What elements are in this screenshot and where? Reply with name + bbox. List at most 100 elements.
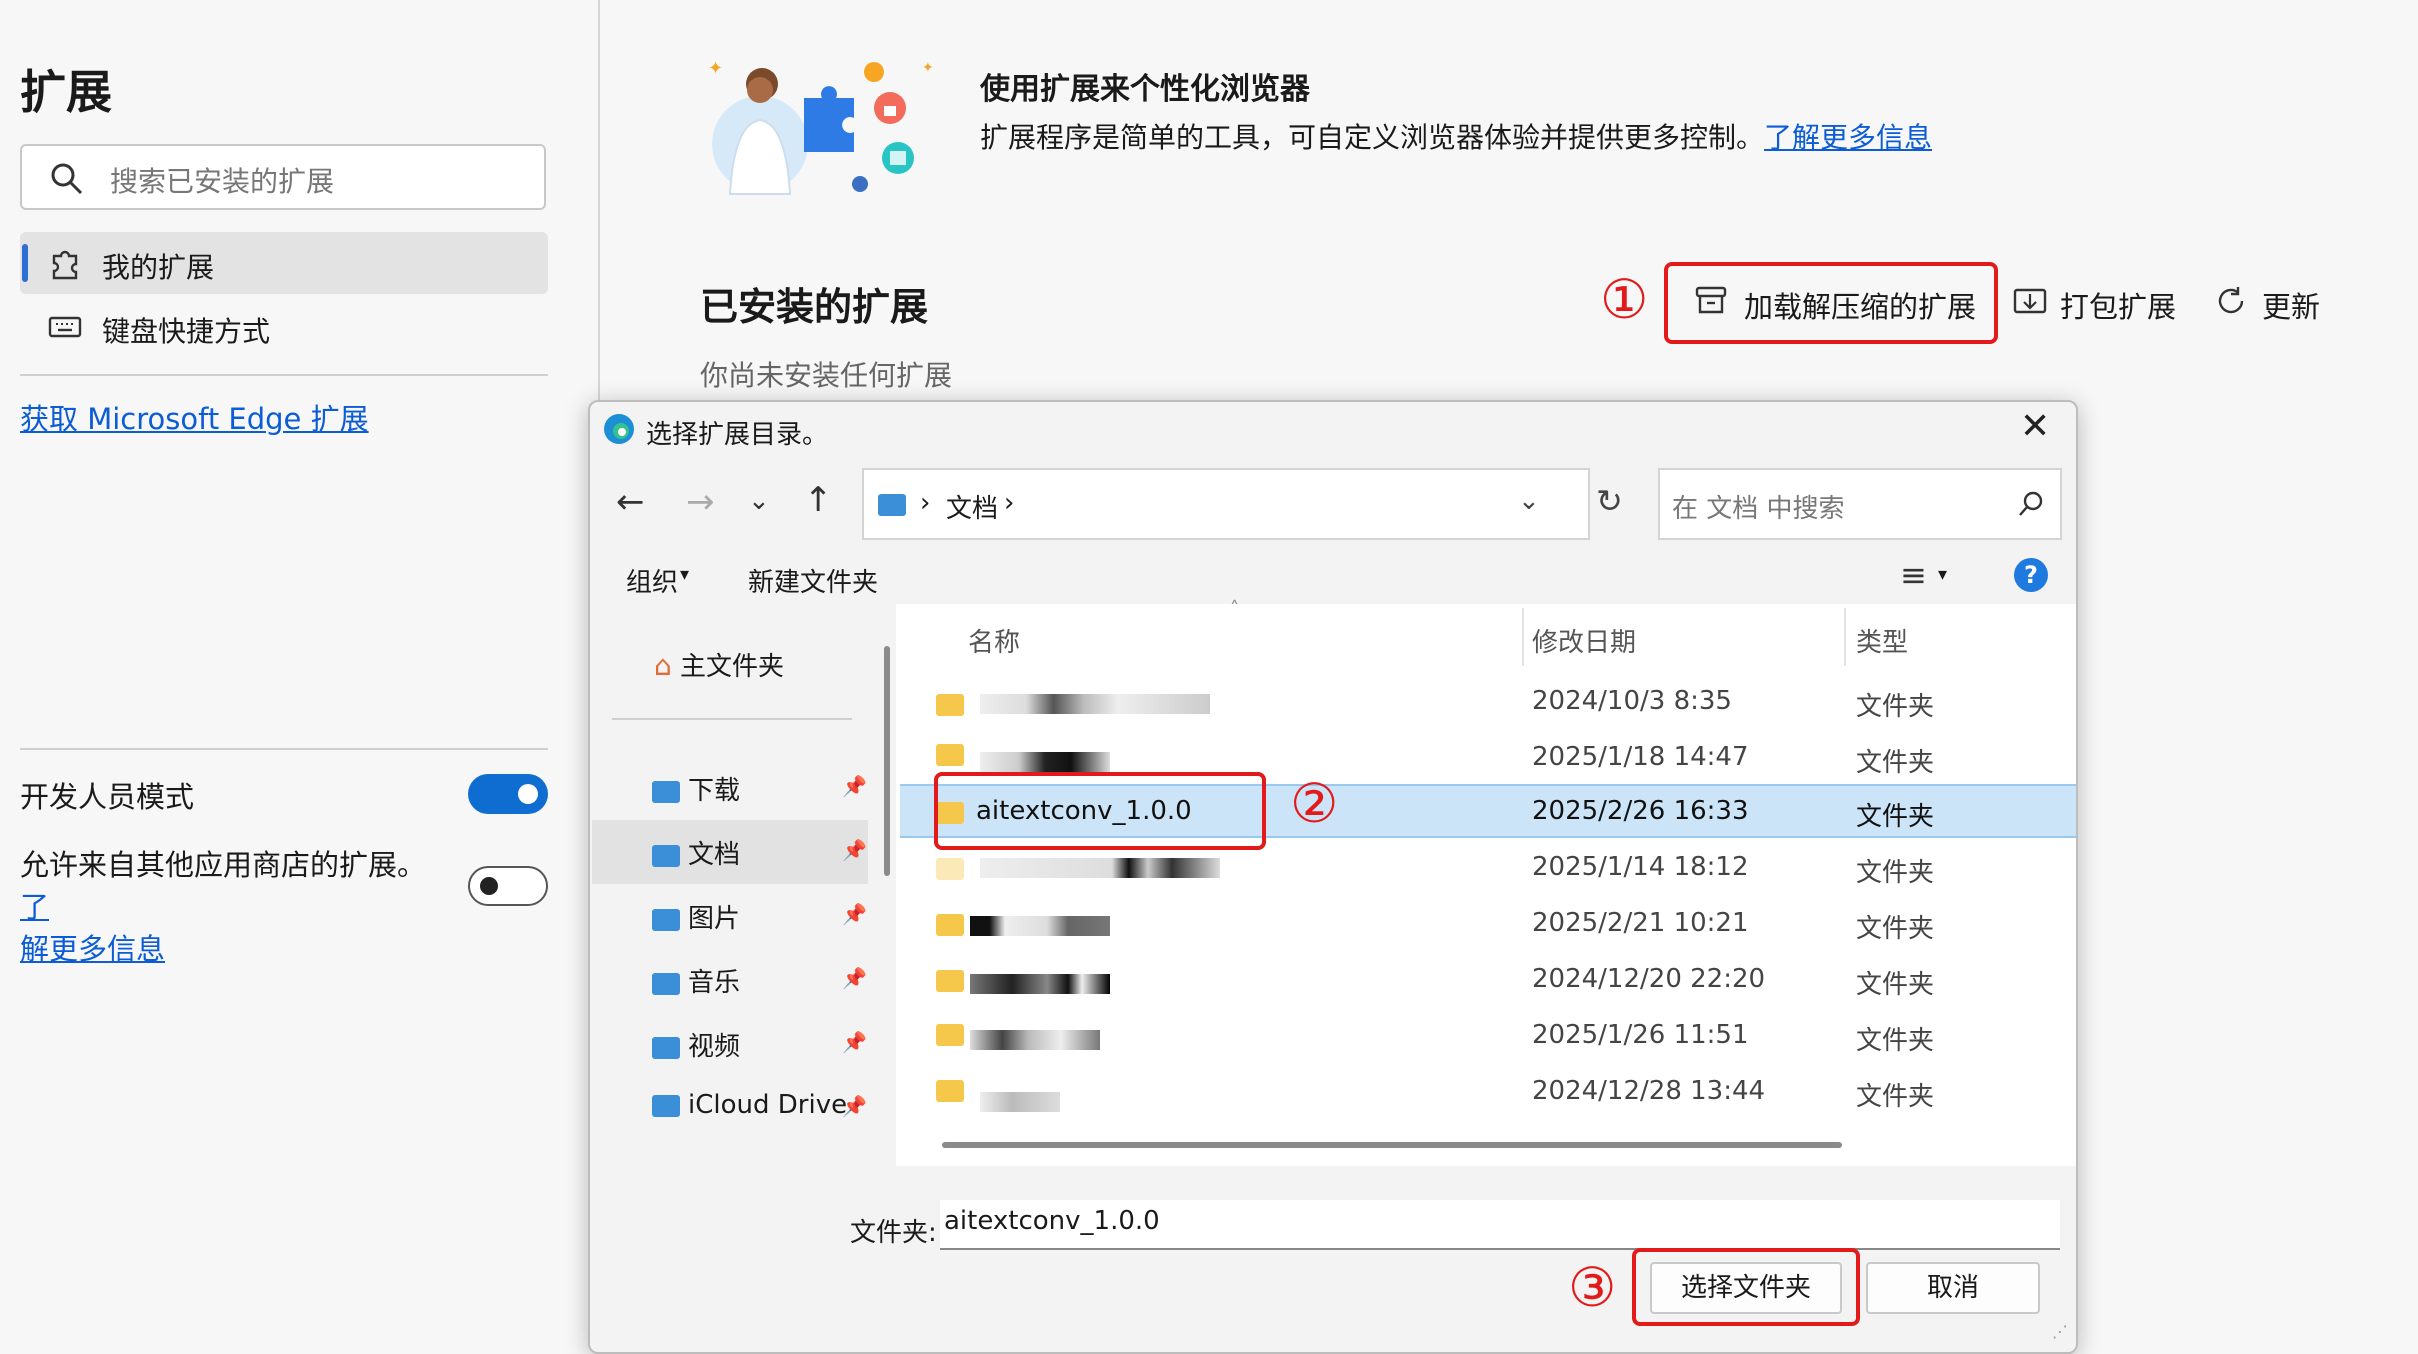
- extension-search-input[interactable]: 搜索已安装的扩展: [20, 144, 546, 210]
- cancel-button[interactable]: 取消: [1866, 1262, 2040, 1314]
- table-row[interactable]: 2025/1/26 11:51 文件夹: [900, 1010, 2076, 1066]
- folder-icon: [936, 914, 964, 936]
- folder-icon: [936, 1024, 964, 1046]
- address-bar[interactable]: › 文档 › ⌄: [862, 468, 1590, 540]
- pin-icon: 📌: [842, 966, 867, 990]
- nav-music[interactable]: 音乐: [652, 962, 740, 999]
- folder-icon: [936, 694, 964, 716]
- edge-logo-icon: [604, 414, 634, 444]
- pin-icon: 📌: [842, 774, 867, 798]
- blurred-name: [980, 1092, 1060, 1112]
- other-stores-text: 允许来自其他应用商店的扩展。了 解更多信息: [20, 848, 427, 966]
- step-1-marker: ①: [1600, 268, 1649, 331]
- divider: [20, 748, 548, 750]
- select-folder-dialog: 选择扩展目录。 ✕ ← → ⌄ ↑ › 文档 › ⌄ ↻ 在 文档 中搜索 组织…: [588, 400, 2078, 1354]
- dialog-search-input[interactable]: 在 文档 中搜索: [1658, 468, 2062, 540]
- step-3-marker: ③: [1568, 1256, 1617, 1319]
- promo-learn-more-link[interactable]: 了解更多信息: [1764, 121, 1932, 154]
- sidebar-item-label: 我的扩展: [102, 251, 215, 284]
- videos-folder-icon: [652, 1036, 680, 1059]
- close-icon[interactable]: ✕: [2020, 406, 2050, 447]
- keyboard-icon: [48, 316, 82, 338]
- get-extensions-link[interactable]: 获取 Microsoft Edge 扩展: [20, 396, 369, 438]
- pin-icon: 📌: [842, 902, 867, 926]
- refresh-icon: [2218, 287, 2244, 314]
- select-folder-button[interactable]: 选择文件夹: [1650, 1262, 1842, 1314]
- breadcrumb-documents[interactable]: 文档: [946, 488, 998, 525]
- up-arrow-icon[interactable]: ↑: [804, 480, 833, 520]
- column-modified[interactable]: 修改日期: [1532, 622, 1636, 659]
- sidebar-item-my-extensions[interactable]: [20, 232, 548, 294]
- divider: [20, 374, 548, 376]
- column-name[interactable]: 名称: [968, 622, 1020, 659]
- folder-icon: [936, 858, 964, 880]
- promo-title: 使用扩展来个性化浏览器: [980, 72, 1310, 107]
- pack-extension-icon: [2013, 288, 2047, 314]
- extensions-illustration: ✦ ✦: [708, 58, 934, 195]
- table-row[interactable]: 2025/1/14 18:12 文件夹: [900, 842, 2076, 898]
- pack-extension-button[interactable]: 打包扩展: [2060, 284, 2176, 326]
- new-folder-button[interactable]: 新建文件夹: [748, 562, 878, 599]
- empty-state-text: 你尚未安装任何扩展: [700, 359, 953, 392]
- forward-arrow-icon[interactable]: →: [686, 482, 715, 522]
- horizontal-scrollbar[interactable]: [942, 1142, 1842, 1148]
- load-unpacked-button[interactable]: 加载解压缩的扩展: [1744, 284, 1976, 326]
- download-folder-icon: [652, 780, 680, 803]
- blurred-name: [970, 974, 1110, 994]
- blurred-name: [970, 1030, 1100, 1050]
- sort-indicator-icon: ˄: [1230, 598, 1239, 619]
- dialog-search-placeholder: 在 文档 中搜索: [1672, 494, 1845, 524]
- archive-icon: [1695, 286, 1727, 314]
- documents-folder-icon: [878, 494, 906, 516]
- dev-mode-label: 开发人员模式: [20, 780, 195, 814]
- sidebar: 扩展 搜索已安装的扩展 我的扩展 键盘快捷方式 获取 Microsoft Edg…: [0, 0, 600, 1348]
- recent-locations-chevron-icon[interactable]: ⌄: [748, 486, 770, 516]
- dev-mode-toggle[interactable]: [468, 774, 548, 814]
- table-row[interactable]: 2024/10/3 8:35 文件夹: [900, 676, 2076, 732]
- folder-icon: [936, 744, 964, 766]
- navigation-pane: ⌂ 主文件夹 下载 📌 文档 📌 图片 📌 音乐 📌 视频 📌 iCloud D…: [592, 610, 890, 1170]
- resize-grip-icon[interactable]: ⋰: [2052, 1322, 2068, 1341]
- view-options-icon[interactable]: ≡: [1900, 556, 1927, 594]
- pin-icon: 📌: [842, 838, 867, 862]
- nav-pictures[interactable]: 图片: [652, 898, 740, 935]
- search-icon: [2019, 491, 2043, 516]
- column-type[interactable]: 类型: [1856, 622, 1908, 659]
- table-row[interactable]: 2024/12/20 22:20 文件夹: [900, 954, 2076, 1010]
- nav-documents[interactable]: 文档: [652, 834, 740, 871]
- nav-icloud-drive[interactable]: iCloud Drive: [652, 1090, 847, 1120]
- step-2-marker: ②: [1290, 772, 1339, 835]
- nav-downloads[interactable]: 下载: [652, 770, 740, 807]
- learn-more-link[interactable]: 了: [20, 890, 49, 924]
- refresh-icon[interactable]: ↻: [1596, 482, 1623, 520]
- icloud-folder-icon: [652, 1094, 680, 1117]
- pin-icon: 📌: [842, 1030, 867, 1054]
- nav-scrollbar[interactable]: [884, 646, 890, 876]
- back-arrow-icon[interactable]: ←: [616, 482, 645, 522]
- highlight-box: [934, 772, 1266, 850]
- folder-field-label: 文件夹:: [850, 1218, 937, 1248]
- learn-more-link-cont[interactable]: 解更多信息: [20, 932, 165, 966]
- music-folder-icon: [652, 972, 680, 995]
- nav-home[interactable]: ⌂ 主文件夹: [654, 646, 784, 683]
- pictures-folder-icon: [652, 908, 680, 931]
- puzzle-icon: [52, 250, 78, 280]
- sidebar-item-keyboard-shortcuts[interactable]: 键盘快捷方式: [102, 310, 270, 350]
- folder-icon: [936, 970, 964, 992]
- blurred-name: [970, 916, 1110, 936]
- blurred-name: [980, 858, 1220, 878]
- search-icon: [51, 163, 83, 195]
- help-icon[interactable]: ?: [2014, 558, 2048, 592]
- promo-description: 扩展程序是简单的工具，可自定义浏览器体验并提供更多控制。了解更多信息: [980, 121, 1933, 154]
- dialog-title: 选择扩展目录。: [646, 420, 829, 450]
- table-row[interactable]: 2024/12/28 13:44 文件夹: [900, 1066, 2076, 1122]
- blurred-name: [980, 752, 1110, 772]
- folder-name-input[interactable]: aitextconv_1.0.0: [940, 1200, 2060, 1250]
- other-stores-toggle[interactable]: [468, 866, 548, 906]
- update-button[interactable]: 更新: [2262, 284, 2320, 326]
- nav-videos[interactable]: 视频: [652, 1026, 740, 1063]
- svg-text:✦: ✦: [922, 60, 934, 76]
- table-row[interactable]: 2025/2/21 10:21 文件夹: [900, 898, 2076, 954]
- address-dropdown-chevron-icon[interactable]: ⌄: [1518, 486, 1540, 516]
- organize-menu[interactable]: 组织: [626, 562, 678, 599]
